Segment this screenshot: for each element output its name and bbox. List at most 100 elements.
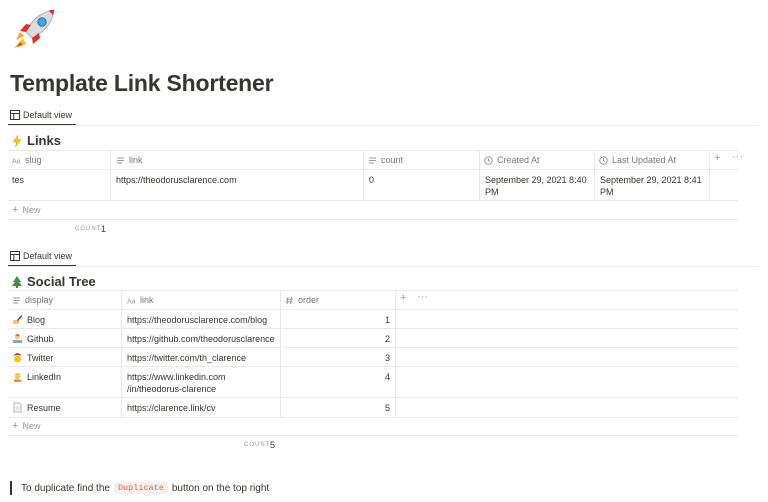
cell-order[interactable]: 3 xyxy=(286,352,390,364)
rocket-icon[interactable] xyxy=(10,6,58,54)
svg-text:Aa: Aa xyxy=(127,298,136,305)
cell-text-line: https://www.linkedin.com xyxy=(127,372,226,382)
column-divider xyxy=(594,150,595,200)
cell-order[interactable]: 4 xyxy=(286,371,390,383)
svg-text:Aa: Aa xyxy=(12,158,21,165)
cell-order[interactable]: 1 xyxy=(286,314,390,326)
column-header-label: Created At xyxy=(497,155,540,165)
column-header-label: link xyxy=(140,295,154,305)
page-title: Template Link Shortener xyxy=(10,70,274,96)
quote-text-before: To duplicate find the xyxy=(21,482,110,494)
column-divider xyxy=(479,150,480,200)
row-border xyxy=(8,417,738,418)
cell-order[interactable]: 5 xyxy=(286,402,390,414)
cell-link[interactable]: https://clarence.link/cv xyxy=(127,402,216,414)
count-label: COUNT xyxy=(244,442,271,448)
column-header-label: link xyxy=(129,155,143,165)
lightning-icon xyxy=(12,134,22,147)
cell-created-at[interactable]: September 29, 2021 8:40 PM xyxy=(485,174,587,198)
cell-text-line: /in/theodorus-clarence xyxy=(127,384,217,394)
cell-link[interactable]: https://twitter.com/th_clarence xyxy=(127,352,246,364)
quote-bar xyxy=(10,481,12,495)
more-options-icon[interactable]: ··· xyxy=(417,291,428,303)
cell-order[interactable]: 2 xyxy=(286,333,390,345)
list-lines-icon xyxy=(13,297,20,303)
row-border xyxy=(8,347,738,348)
cell-text: Twitter xyxy=(27,353,54,363)
column-header-display[interactable]: display xyxy=(12,290,53,310)
cell-link[interactable]: https://theodorusclarence.com/blog xyxy=(127,314,267,326)
column-header-label: order xyxy=(298,295,320,305)
database-title-social-tree[interactable]: Social Tree xyxy=(11,274,96,289)
column-header-created-at[interactable]: Created At xyxy=(484,150,540,170)
cell-text-line: September 29, 2021 8:40 xyxy=(485,175,587,185)
cell-link[interactable]: https://www.linkedin.com /in/theodorus-c… xyxy=(127,371,226,395)
technologist-icon xyxy=(13,334,22,343)
inline-code-duplicate: Duplicate xyxy=(113,482,168,494)
column-header-link[interactable]: link xyxy=(116,150,143,170)
text-type-icon: Aa xyxy=(12,158,21,165)
new-row-button[interactable]: + New xyxy=(12,204,40,216)
header-bottom-border xyxy=(8,169,738,170)
column-divider xyxy=(110,150,111,200)
cell-text: Blog xyxy=(27,315,46,325)
cell-last-updated-at[interactable]: September 29, 2021 8:41 PM xyxy=(600,174,702,198)
tab-default-view[interactable]: Default view xyxy=(10,246,72,266)
new-row-label: New xyxy=(22,205,41,215)
table-icon xyxy=(10,251,20,261)
column-header-count[interactable]: count xyxy=(368,150,403,170)
list-lines-icon xyxy=(117,157,124,163)
column-header-order[interactable]: order xyxy=(285,290,319,310)
clock-icon xyxy=(599,155,608,165)
count-value: 1 xyxy=(101,224,107,234)
column-header-last-updated-at[interactable]: Last Updated At xyxy=(599,150,676,170)
cell-display[interactable]: Github xyxy=(12,333,54,345)
quote-text: To duplicate find the Duplicate button o… xyxy=(21,482,269,494)
cell-display[interactable]: Twitter xyxy=(12,352,54,364)
database-title-text: Social Tree xyxy=(27,274,96,289)
cell-slug[interactable]: tes xyxy=(12,174,24,186)
column-header-label: slug xyxy=(25,155,42,165)
count-value: 5 xyxy=(270,440,276,450)
text-type-icon: Aa xyxy=(127,298,136,305)
column-header-label: count xyxy=(381,155,404,165)
cowboy-face-icon xyxy=(13,353,22,363)
writing-hand-icon xyxy=(13,315,23,324)
plus-icon: + xyxy=(12,420,19,432)
header-bottom-border xyxy=(8,309,738,310)
cell-display[interactable]: Blog xyxy=(12,314,45,326)
new-row-label: New xyxy=(22,421,41,431)
count-label: COUNT xyxy=(75,226,102,232)
column-header-label: display xyxy=(25,295,54,305)
row-border xyxy=(8,328,738,329)
cell-count[interactable]: 0 xyxy=(369,174,374,186)
header-top-border xyxy=(8,290,738,291)
add-property-button[interactable]: + xyxy=(714,152,720,164)
tab-default-view[interactable]: Default view xyxy=(10,105,72,125)
more-options-icon[interactable]: ··· xyxy=(732,151,743,163)
quote-text-after: button on the top right xyxy=(171,482,270,494)
cell-link[interactable]: https://theodorusclarence.com xyxy=(116,174,237,186)
construction-worker-icon xyxy=(14,373,21,382)
cell-display[interactable]: Resume xyxy=(12,402,61,414)
database-title-links[interactable]: Links xyxy=(11,133,61,148)
database-title-text: Links xyxy=(27,133,61,148)
cell-link[interactable]: https://github.com/theodorusclarence xyxy=(127,333,275,345)
column-header-link[interactable]: Aa link xyxy=(127,290,154,310)
view-tab-label: Default view xyxy=(23,110,73,120)
view-tab-label: Default view xyxy=(23,251,73,261)
add-property-button[interactable]: + xyxy=(400,292,406,304)
tree-icon xyxy=(12,275,22,288)
row-border xyxy=(8,366,738,367)
hash-icon xyxy=(285,296,293,304)
divider xyxy=(8,125,758,126)
table-icon xyxy=(10,110,20,120)
divider xyxy=(8,266,758,267)
new-row-button[interactable]: + New xyxy=(12,420,40,432)
column-header-slug[interactable]: Aa slug xyxy=(12,150,42,170)
cell-display[interactable]: LinkedIn xyxy=(12,371,61,383)
row-border xyxy=(8,397,738,398)
column-divider xyxy=(363,150,364,200)
column-divider xyxy=(709,150,710,200)
cell-text: LinkedIn xyxy=(27,372,62,382)
